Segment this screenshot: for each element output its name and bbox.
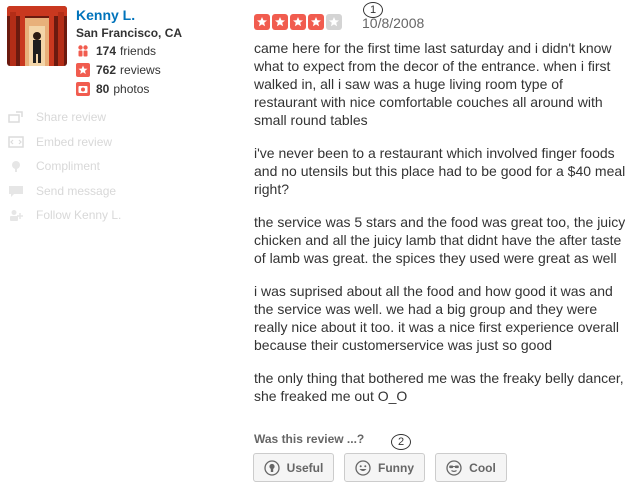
share-review-label: Share review: [36, 110, 107, 124]
annotation-marker-1: 1: [363, 2, 383, 18]
funny-button[interactable]: Funny: [344, 453, 425, 482]
share-review-link[interactable]: Share review: [8, 110, 106, 124]
cool-label: Cool: [469, 460, 496, 475]
review-paragraph: i was suprised about all the food and ho…: [254, 283, 619, 353]
avatar[interactable]: [7, 6, 67, 66]
follow-user-label: Follow Kenny L.: [36, 208, 122, 222]
photos-label: photos: [113, 82, 150, 96]
annotation-marker-2: 2: [391, 434, 411, 450]
star-icon: [290, 14, 306, 30]
user-name-link[interactable]: Kenny L.: [76, 7, 135, 23]
friends-label: friends: [120, 44, 157, 58]
star-empty-icon: [326, 14, 342, 30]
message-icon: [9, 186, 23, 197]
lightbulb-icon: [264, 459, 280, 476]
photos-count: 80: [96, 82, 110, 96]
review-body: came here for the first time last saturd…: [254, 39, 625, 420]
follow-user-link[interactable]: Follow Kenny L.: [8, 208, 121, 222]
send-message-label: Send message: [36, 184, 117, 198]
friends-stat: 174 friends: [76, 44, 156, 58]
star-rating: [254, 14, 342, 30]
friends-icon: [76, 44, 90, 58]
embed-review-link[interactable]: Embed review: [8, 135, 112, 149]
useful-button[interactable]: Useful: [253, 453, 334, 482]
useful-label: Useful: [286, 460, 324, 475]
funny-label: Funny: [378, 460, 414, 475]
cool-button[interactable]: Cool: [435, 453, 507, 482]
vote-question: Was this review ...?: [254, 432, 365, 446]
share-icon: [8, 111, 23, 123]
review-paragraph: the only thing that bothered me was the …: [254, 370, 624, 404]
reviews-stat: 762 reviews: [76, 63, 161, 77]
embed-icon: [8, 136, 24, 148]
photos-stat: 80 photos: [76, 82, 149, 96]
compliment-link[interactable]: Compliment: [8, 159, 100, 173]
follow-icon: [10, 210, 23, 221]
reviews-count: 762: [96, 63, 117, 77]
friends-count: 174: [96, 44, 117, 58]
user-location: San Francisco, CA: [76, 26, 183, 40]
review-paragraph: i've never been to a restaurant which in…: [254, 145, 625, 197]
compliment-label: Compliment: [36, 159, 101, 173]
send-message-link[interactable]: Send message: [8, 184, 116, 198]
compliment-icon: [12, 161, 20, 172]
smiley-icon: [355, 459, 371, 476]
reviews-label: reviews: [120, 63, 161, 77]
star-icon: [76, 63, 90, 77]
embed-review-label: Embed review: [36, 135, 113, 149]
review-paragraph: the service was 5 stars and the food was…: [254, 214, 625, 266]
star-icon: [272, 14, 288, 30]
star-icon: [308, 14, 324, 30]
sunglasses-icon: [446, 459, 462, 476]
star-icon: [254, 14, 270, 30]
camera-icon: [76, 82, 90, 96]
review-paragraph: came here for the first time last saturd…: [254, 40, 612, 128]
